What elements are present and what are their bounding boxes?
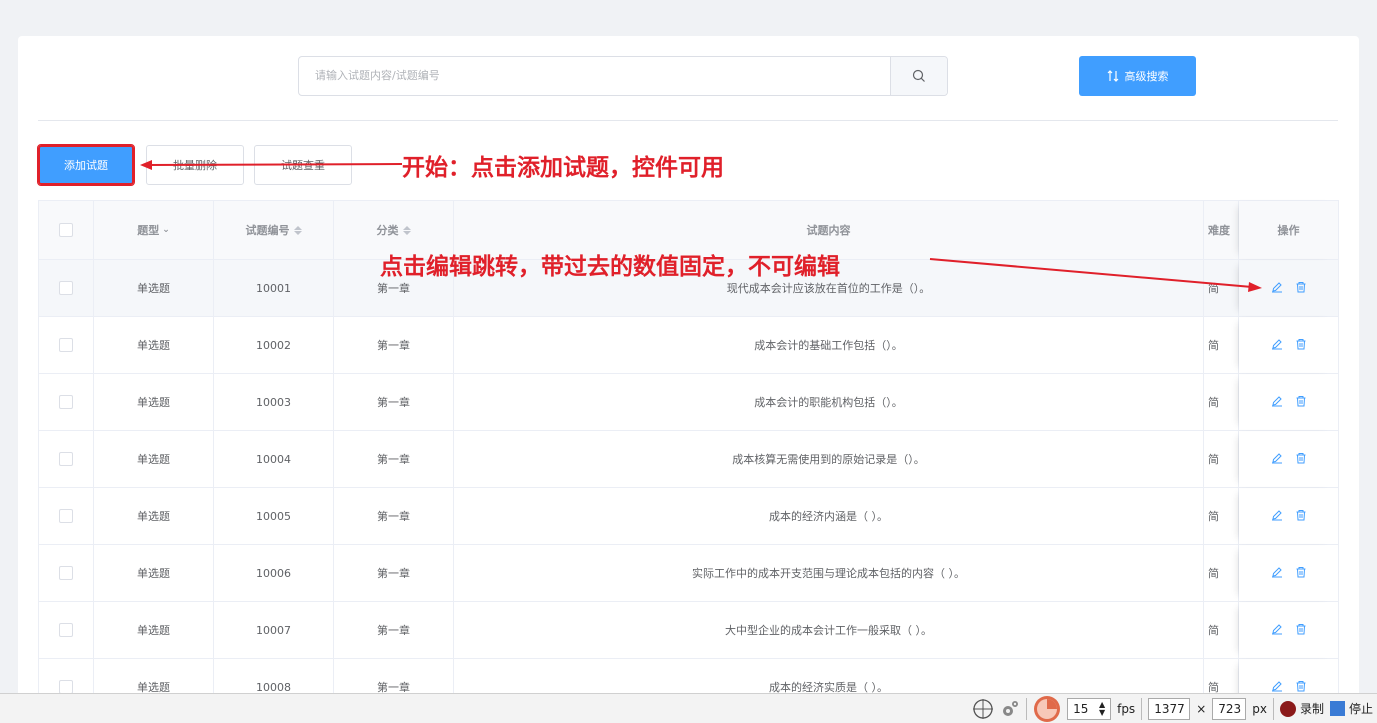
fps-input[interactable]: 15 ▲ ▼ — [1067, 697, 1112, 720]
recorder-statusbar: 15 ▲ ▼ fps 1377 × 723 px 录制 停止 — [0, 693, 1377, 723]
record-icon — [1279, 700, 1296, 717]
gear-icon[interactable] — [1000, 699, 1020, 719]
stop-button[interactable]: 停止 — [1329, 700, 1373, 717]
record-label: 录制 — [1299, 702, 1324, 716]
height-input[interactable]: 723 — [1212, 697, 1247, 720]
width-input[interactable]: 1377 — [1148, 697, 1191, 720]
separator — [1141, 697, 1143, 720]
height-value: 723 — [1218, 701, 1242, 716]
annotation-arrows — [140, 160, 1262, 292]
annotation-start: 开始：点击添加试题，控件可用 — [402, 154, 724, 181]
crosshair-icon[interactable] — [972, 698, 994, 720]
annotation-edit: 点击编辑跳转，带过去的数值固定，不可编辑 — [380, 253, 840, 280]
stop-icon — [1329, 701, 1345, 716]
separator — [1026, 697, 1028, 720]
px-label: px — [1252, 701, 1267, 716]
spinner-icon[interactable]: ▲ ▼ — [1099, 700, 1105, 717]
record-button[interactable]: 录制 — [1279, 700, 1324, 717]
separator — [1272, 697, 1274, 720]
width-value: 1377 — [1154, 701, 1185, 716]
fps-value: 15 — [1073, 701, 1089, 716]
capture-indicator-icon — [1034, 695, 1061, 722]
fps-label: fps — [1117, 701, 1136, 716]
stop-label: 停止 — [1348, 702, 1373, 716]
times-sign: × — [1196, 701, 1207, 716]
